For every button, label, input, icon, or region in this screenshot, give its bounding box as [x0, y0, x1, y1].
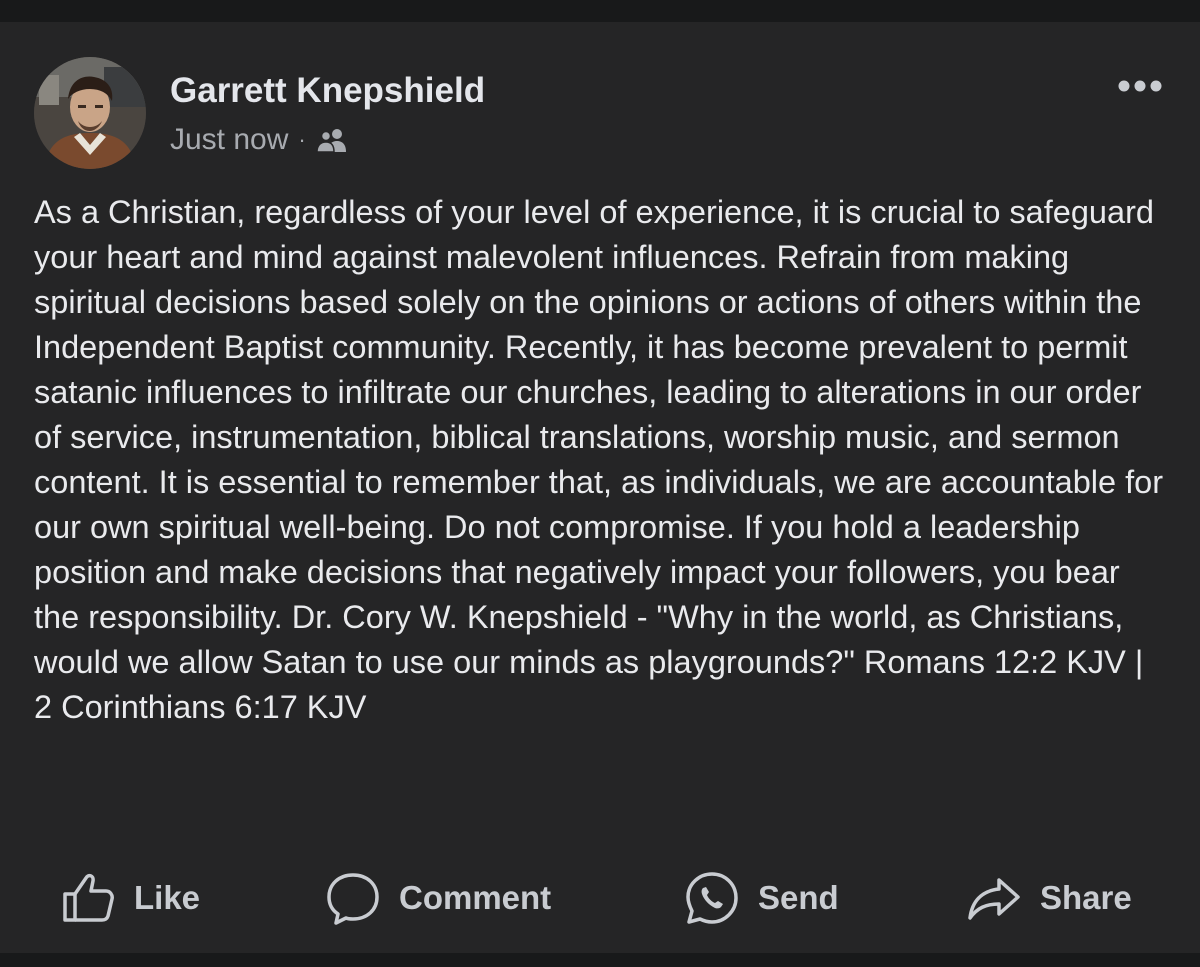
bottom-divider [0, 953, 1200, 967]
thumbs-up-icon [63, 873, 114, 922]
author-name[interactable]: Garrett Knepshield [170, 68, 485, 114]
share-label: Share [1040, 879, 1132, 916]
post-body-text: As a Christian, regardless of your level… [34, 194, 1164, 725]
share-button[interactable]: Share [966, 862, 1132, 934]
share-arrow-icon [968, 878, 1020, 920]
send-label: Send [758, 879, 839, 916]
comment-label: Comment [399, 879, 552, 916]
post-timestamp[interactable]: Just now [170, 123, 288, 157]
send-button[interactable]: Send [684, 862, 839, 934]
more-options-button[interactable] [1108, 66, 1172, 106]
comment-icon [327, 873, 379, 925]
messenger-send-icon [686, 872, 738, 924]
top-divider [0, 0, 1200, 22]
author-avatar[interactable] [34, 57, 146, 169]
like-label: Like [134, 879, 201, 916]
post-actions-bar: Like Comment Send Share [0, 862, 1200, 934]
avatar-photo [34, 57, 146, 169]
comment-button[interactable]: Comment [325, 862, 551, 934]
post-meta: Just now · [170, 120, 348, 160]
meta-separator: · [298, 127, 306, 152]
like-button[interactable]: Like [60, 862, 200, 934]
more-icon [1118, 80, 1162, 92]
friends-icon[interactable] [315, 126, 348, 154]
